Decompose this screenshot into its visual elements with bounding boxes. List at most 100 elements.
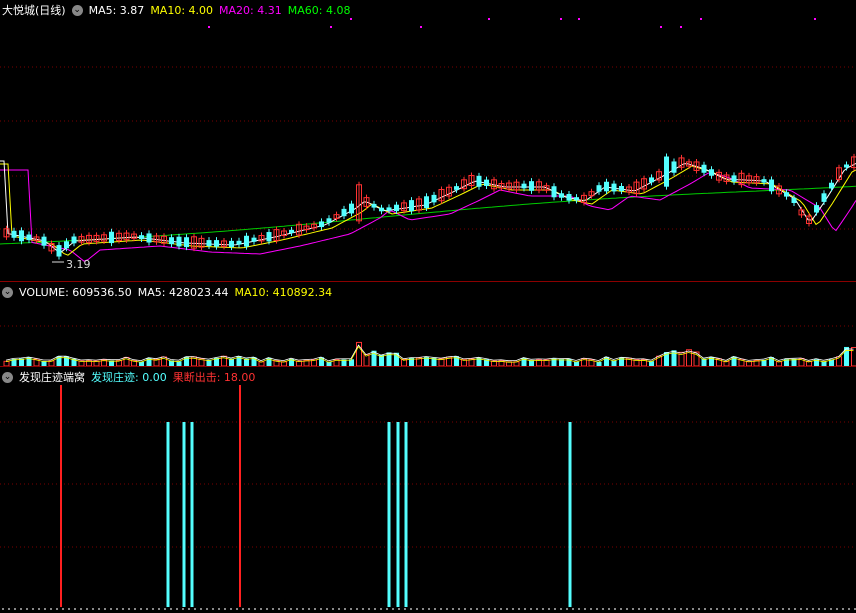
- axis-dot: [686, 608, 688, 610]
- axis-dot: [770, 608, 772, 610]
- stock-title[interactable]: 大悦城(日线): [2, 2, 66, 18]
- candle-body: [184, 237, 189, 248]
- candle-body: [64, 241, 69, 249]
- axis-dot: [554, 608, 556, 610]
- axis-dot: [14, 608, 16, 610]
- axis-dot: [632, 608, 634, 610]
- axis-dot: [512, 608, 514, 610]
- candle-body: [821, 193, 827, 202]
- candle-body: [604, 181, 609, 192]
- axis-dot: [650, 608, 652, 610]
- indicator-panel: ⌄ 发现庄迹端窝 发现庄迹: 0.00 果断出击: 18.00: [0, 367, 856, 613]
- axis-dot: [110, 608, 112, 610]
- axis-dot: [656, 608, 658, 610]
- axis-dot: [746, 608, 748, 610]
- axis-dot: [644, 608, 646, 610]
- axis-dot: [830, 608, 832, 610]
- axis-dot: [704, 608, 706, 610]
- axis-dot: [692, 608, 694, 610]
- signal-dot: [488, 18, 490, 20]
- candle-body: [244, 235, 249, 247]
- candlestick-chart[interactable]: [0, 0, 856, 281]
- ma20-line: [0, 169, 856, 262]
- axis-dot: [38, 608, 40, 610]
- axis-dot: [464, 608, 466, 610]
- volume-bar: [686, 349, 692, 366]
- candle-body: [476, 175, 482, 187]
- collapse-icon[interactable]: ⌄: [2, 286, 13, 298]
- candle-body: [611, 183, 617, 192]
- axis-dot: [440, 608, 442, 610]
- candle-body: [169, 237, 174, 245]
- axis-dot: [602, 608, 604, 610]
- axis-dot: [758, 608, 760, 610]
- axis-dot: [662, 608, 664, 610]
- axis-dot: [560, 608, 562, 610]
- axis-dot: [26, 608, 28, 610]
- candle-body: [664, 156, 669, 187]
- axis-dot: [92, 608, 94, 610]
- collapse-icon[interactable]: ⌄: [71, 4, 83, 16]
- axis-dot: [206, 608, 208, 610]
- axis-dot: [308, 608, 310, 610]
- axis-dot: [614, 608, 616, 610]
- candle-body: [349, 203, 354, 214]
- indicator-chart[interactable]: [0, 367, 856, 613]
- axis-dot: [86, 608, 88, 610]
- indicator-name[interactable]: 发现庄迹端窝: [19, 369, 85, 385]
- candle-body: [394, 204, 399, 212]
- axis-dot: [356, 608, 358, 610]
- axis-dot: [248, 608, 250, 610]
- axis-dot: [608, 608, 610, 610]
- axis-dot: [542, 608, 544, 610]
- candle-body: [784, 192, 789, 197]
- candle-body: [26, 234, 32, 241]
- axis-dot: [416, 608, 418, 610]
- axis-dot: [236, 608, 238, 610]
- candle-body: [229, 240, 234, 248]
- axis-dot: [32, 608, 34, 610]
- candle-body: [11, 230, 17, 238]
- axis-dot: [326, 608, 328, 610]
- low-price-marker: 3.19: [66, 258, 91, 271]
- axis-dot: [122, 608, 124, 610]
- candle-body: [424, 196, 429, 208]
- axis-dot: [98, 608, 100, 610]
- signal-dot: [660, 26, 662, 28]
- candle-body: [251, 237, 257, 242]
- axis-dot: [200, 608, 202, 610]
- candle-body: [431, 194, 437, 203]
- axis-dot: [806, 608, 808, 610]
- candle-body: [326, 218, 332, 223]
- axis-dot: [452, 608, 454, 610]
- trace-legend: 发现庄迹: 0.00: [91, 371, 167, 384]
- axis-dot: [716, 608, 718, 610]
- axis-dot: [620, 608, 622, 610]
- candle-body: [566, 193, 572, 201]
- axis-dot: [626, 608, 628, 610]
- axis-dot: [134, 608, 136, 610]
- axis-dot: [104, 608, 106, 610]
- axis-dot: [392, 608, 394, 610]
- axis-dot: [2, 608, 4, 610]
- axis-dot: [494, 608, 496, 610]
- candle-body: [146, 233, 152, 243]
- axis-dot: [524, 608, 526, 610]
- axis-dot: [764, 608, 766, 610]
- axis-dot: [434, 608, 436, 610]
- axis-dot: [152, 608, 154, 610]
- axis-dot: [20, 608, 22, 610]
- collapse-icon[interactable]: ⌄: [2, 371, 13, 383]
- axis-dot: [224, 608, 226, 610]
- axis-dot: [44, 608, 46, 610]
- axis-dot: [182, 608, 184, 610]
- candle-body: [289, 229, 294, 234]
- candle-body: [341, 208, 347, 217]
- axis-dot: [380, 608, 382, 610]
- axis-dot: [518, 608, 520, 610]
- axis-dot: [668, 608, 670, 610]
- volume-panel-header: ⌄ VOLUME: 609536.50 MA5: 428023.44 MA10:…: [2, 284, 332, 300]
- axis-dot: [260, 608, 262, 610]
- axis-dot: [332, 608, 334, 610]
- candle-body: [71, 236, 77, 244]
